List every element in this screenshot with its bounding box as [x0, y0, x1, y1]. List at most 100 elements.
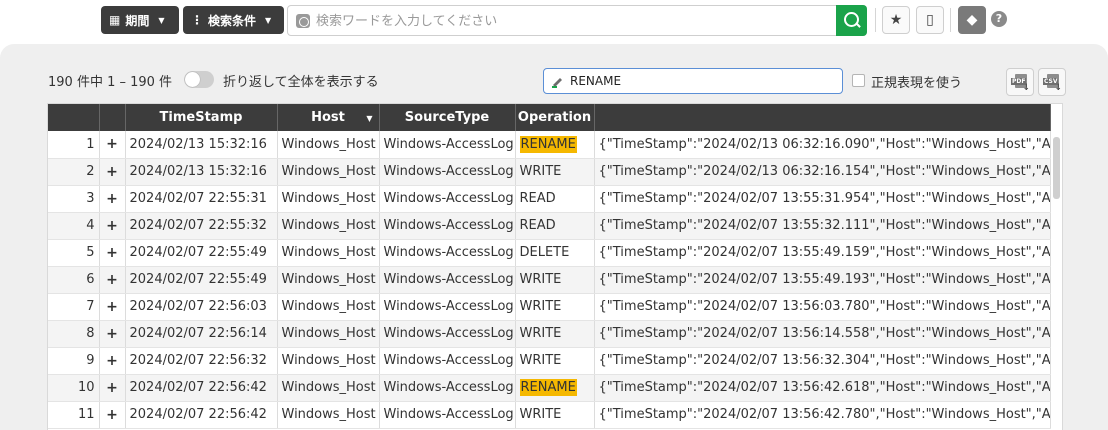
timestamp-cell: 2024/02/07 22:55:32: [125, 212, 278, 240]
expand-row-button[interactable]: +: [99, 158, 126, 186]
chevron-down-icon: ▼: [158, 15, 165, 25]
table-row[interactable]: 11 +2024/02/07 22:56:42 Windows_Host Window…: [48, 401, 1051, 429]
highlighter-icon: [552, 78, 562, 88]
host-cell: Windows_Host: [277, 347, 380, 375]
expand-row-button[interactable]: +: [99, 239, 126, 267]
operation-cell: RENAME: [515, 131, 595, 159]
table-body: 1 +2024/02/13 15:32:16 Windows_Host Windows…: [48, 131, 1051, 429]
table-row[interactable]: 4 +2024/02/07 22:55:32 Windows_Host Windows…: [48, 212, 1051, 240]
expand-row-button[interactable]: +: [99, 212, 126, 240]
host-cell: Windows_Host: [277, 266, 380, 294]
new-document-button[interactable]: ▯: [916, 6, 944, 34]
column-header-label: TimeStamp: [159, 110, 243, 125]
divider: [875, 8, 876, 32]
host-cell: Windows_Host: [277, 185, 380, 213]
table-row[interactable]: 9 +2024/02/07 22:56:32 Windows_Host Windows…: [48, 347, 1051, 375]
operation-cell: RENAME: [515, 374, 595, 402]
wrap-toggle[interactable]: [184, 71, 214, 88]
vertical-scrollbar[interactable]: [1053, 137, 1060, 199]
row-number: 8: [48, 320, 100, 348]
timestamp-cell: 2024/02/07 22:56:14: [125, 320, 278, 348]
sourcetype-cell: Windows-AccessLog: [379, 212, 516, 240]
expand-row-button[interactable]: +: [99, 293, 126, 321]
table-header-row: TimeStamp Host ▼ SourceType Operation: [48, 104, 1051, 131]
operation-cell: WRITE: [515, 320, 595, 348]
operation-cell: DELETE: [515, 239, 595, 267]
operation-cell: WRITE: [515, 347, 595, 375]
search-condition-button[interactable]: ⋮ 検索条件 ▼: [183, 6, 284, 34]
column-header-sourcetype[interactable]: SourceType: [379, 104, 516, 131]
column-header-label: Operation: [517, 110, 592, 125]
sort-desc-icon[interactable]: ▼: [366, 114, 372, 123]
result-count: 190 件中 1 – 190 件: [48, 75, 173, 90]
sourcetype-cell: Windows-AccessLog: [379, 158, 516, 186]
divider: [950, 8, 951, 32]
search-button[interactable]: [836, 5, 867, 36]
sourcetype-cell: Windows-AccessLog: [379, 239, 516, 267]
column-header-expand: [99, 104, 126, 131]
raw-log-cell: {"TimeStamp":"2024/02/07 13:55:49.159","…: [594, 239, 1051, 267]
highlight-input[interactable]: [570, 71, 830, 91]
sourcetype-cell: Windows-AccessLog: [379, 293, 516, 321]
row-number: 10: [48, 374, 100, 402]
highlighted-match: RENAME: [519, 135, 577, 153]
expand-row-button[interactable]: +: [99, 347, 126, 375]
expand-row-button[interactable]: +: [99, 266, 126, 294]
expand-row-button[interactable]: +: [99, 320, 126, 348]
timestamp-cell: 2024/02/07 22:56:32: [125, 347, 278, 375]
row-number: 9: [48, 347, 100, 375]
timestamp-cell: 2024/02/07 22:55:49: [125, 239, 278, 267]
results-table-container: TimeStamp Host ▼ SourceType Operation 1 +2…: [47, 103, 1063, 430]
host-cell: Windows_Host: [277, 320, 380, 348]
operation-cell: WRITE: [515, 401, 595, 429]
star-search-icon: ★: [889, 12, 903, 28]
history-clock-icon[interactable]: [296, 14, 310, 28]
column-header-operation[interactable]: Operation: [515, 104, 595, 131]
expand-row-button[interactable]: +: [99, 185, 126, 213]
row-number: 1: [48, 131, 100, 159]
sourcetype-cell: Windows-AccessLog: [379, 266, 516, 294]
search-input[interactable]: [316, 9, 816, 33]
period-button[interactable]: ▦ 期間 ▼: [101, 6, 179, 34]
regex-checkbox[interactable]: [852, 74, 865, 87]
row-number: 5: [48, 239, 100, 267]
raw-log-cell: {"TimeStamp":"2024/02/07 13:56:42.618","…: [594, 374, 1051, 402]
row-number: 7: [48, 293, 100, 321]
help-icon[interactable]: ?: [991, 11, 1007, 27]
expand-row-button[interactable]: +: [99, 374, 126, 402]
chevron-down-icon: ▼: [265, 15, 272, 25]
sourcetype-cell: Windows-AccessLog: [379, 347, 516, 375]
export-pdf-button[interactable]: PDF ↓: [1006, 68, 1034, 96]
row-number: 6: [48, 266, 100, 294]
favorite-search-button[interactable]: ★: [882, 6, 910, 34]
column-header-timestamp[interactable]: TimeStamp: [125, 104, 278, 131]
column-header-label: Host: [311, 110, 345, 125]
operation-cell: WRITE: [515, 158, 595, 186]
timestamp-cell: 2024/02/13 15:32:16: [125, 158, 278, 186]
table-row[interactable]: 8 +2024/02/07 22:56:14 Windows_Host Windows…: [48, 320, 1051, 348]
table-row[interactable]: 7 +2024/02/07 22:56:03 Windows_Host Windows…: [48, 293, 1051, 321]
top-toolbar: ▦ 期間 ▼ ⋮ 検索条件 ▼ ★ ▯ ◆ ?: [0, 0, 1108, 44]
eraser-icon: ◆: [966, 12, 978, 28]
expand-row-button[interactable]: +: [99, 131, 126, 159]
operation-cell: READ: [515, 185, 595, 213]
table-row[interactable]: 1 +2024/02/13 15:32:16 Windows_Host Windows…: [48, 131, 1051, 159]
timestamp-cell: 2024/02/07 22:56:42: [125, 401, 278, 429]
table-row[interactable]: 10 +2024/02/07 22:56:42 Windows_Host Window…: [48, 374, 1051, 402]
clear-button[interactable]: ◆: [958, 6, 986, 34]
column-header-host[interactable]: Host ▼: [277, 104, 380, 131]
table-row[interactable]: 3 +2024/02/07 22:55:31 Windows_Host Windows…: [48, 185, 1051, 213]
row-number: 3: [48, 185, 100, 213]
expand-row-button[interactable]: +: [99, 401, 126, 429]
sourcetype-cell: Windows-AccessLog: [379, 320, 516, 348]
export-csv-button[interactable]: CSV ↓: [1038, 68, 1066, 96]
raw-log-cell: {"TimeStamp":"2024/02/07 13:56:03.780","…: [594, 293, 1051, 321]
document-add-icon: ▯: [926, 12, 934, 28]
table-row[interactable]: 5 +2024/02/07 22:55:49 Windows_Host Windows…: [48, 239, 1051, 267]
table-row[interactable]: 2 +2024/02/13 15:32:16 Windows_Host Windows…: [48, 158, 1051, 186]
table-row[interactable]: 6 +2024/02/07 22:55:49 Windows_Host Windows…: [48, 266, 1051, 294]
row-number: 2: [48, 158, 100, 186]
regex-label: 正規表現を使う: [871, 76, 963, 91]
raw-log-cell: {"TimeStamp":"2024/02/07 13:55:31.954","…: [594, 185, 1051, 213]
host-cell: Windows_Host: [277, 401, 380, 429]
